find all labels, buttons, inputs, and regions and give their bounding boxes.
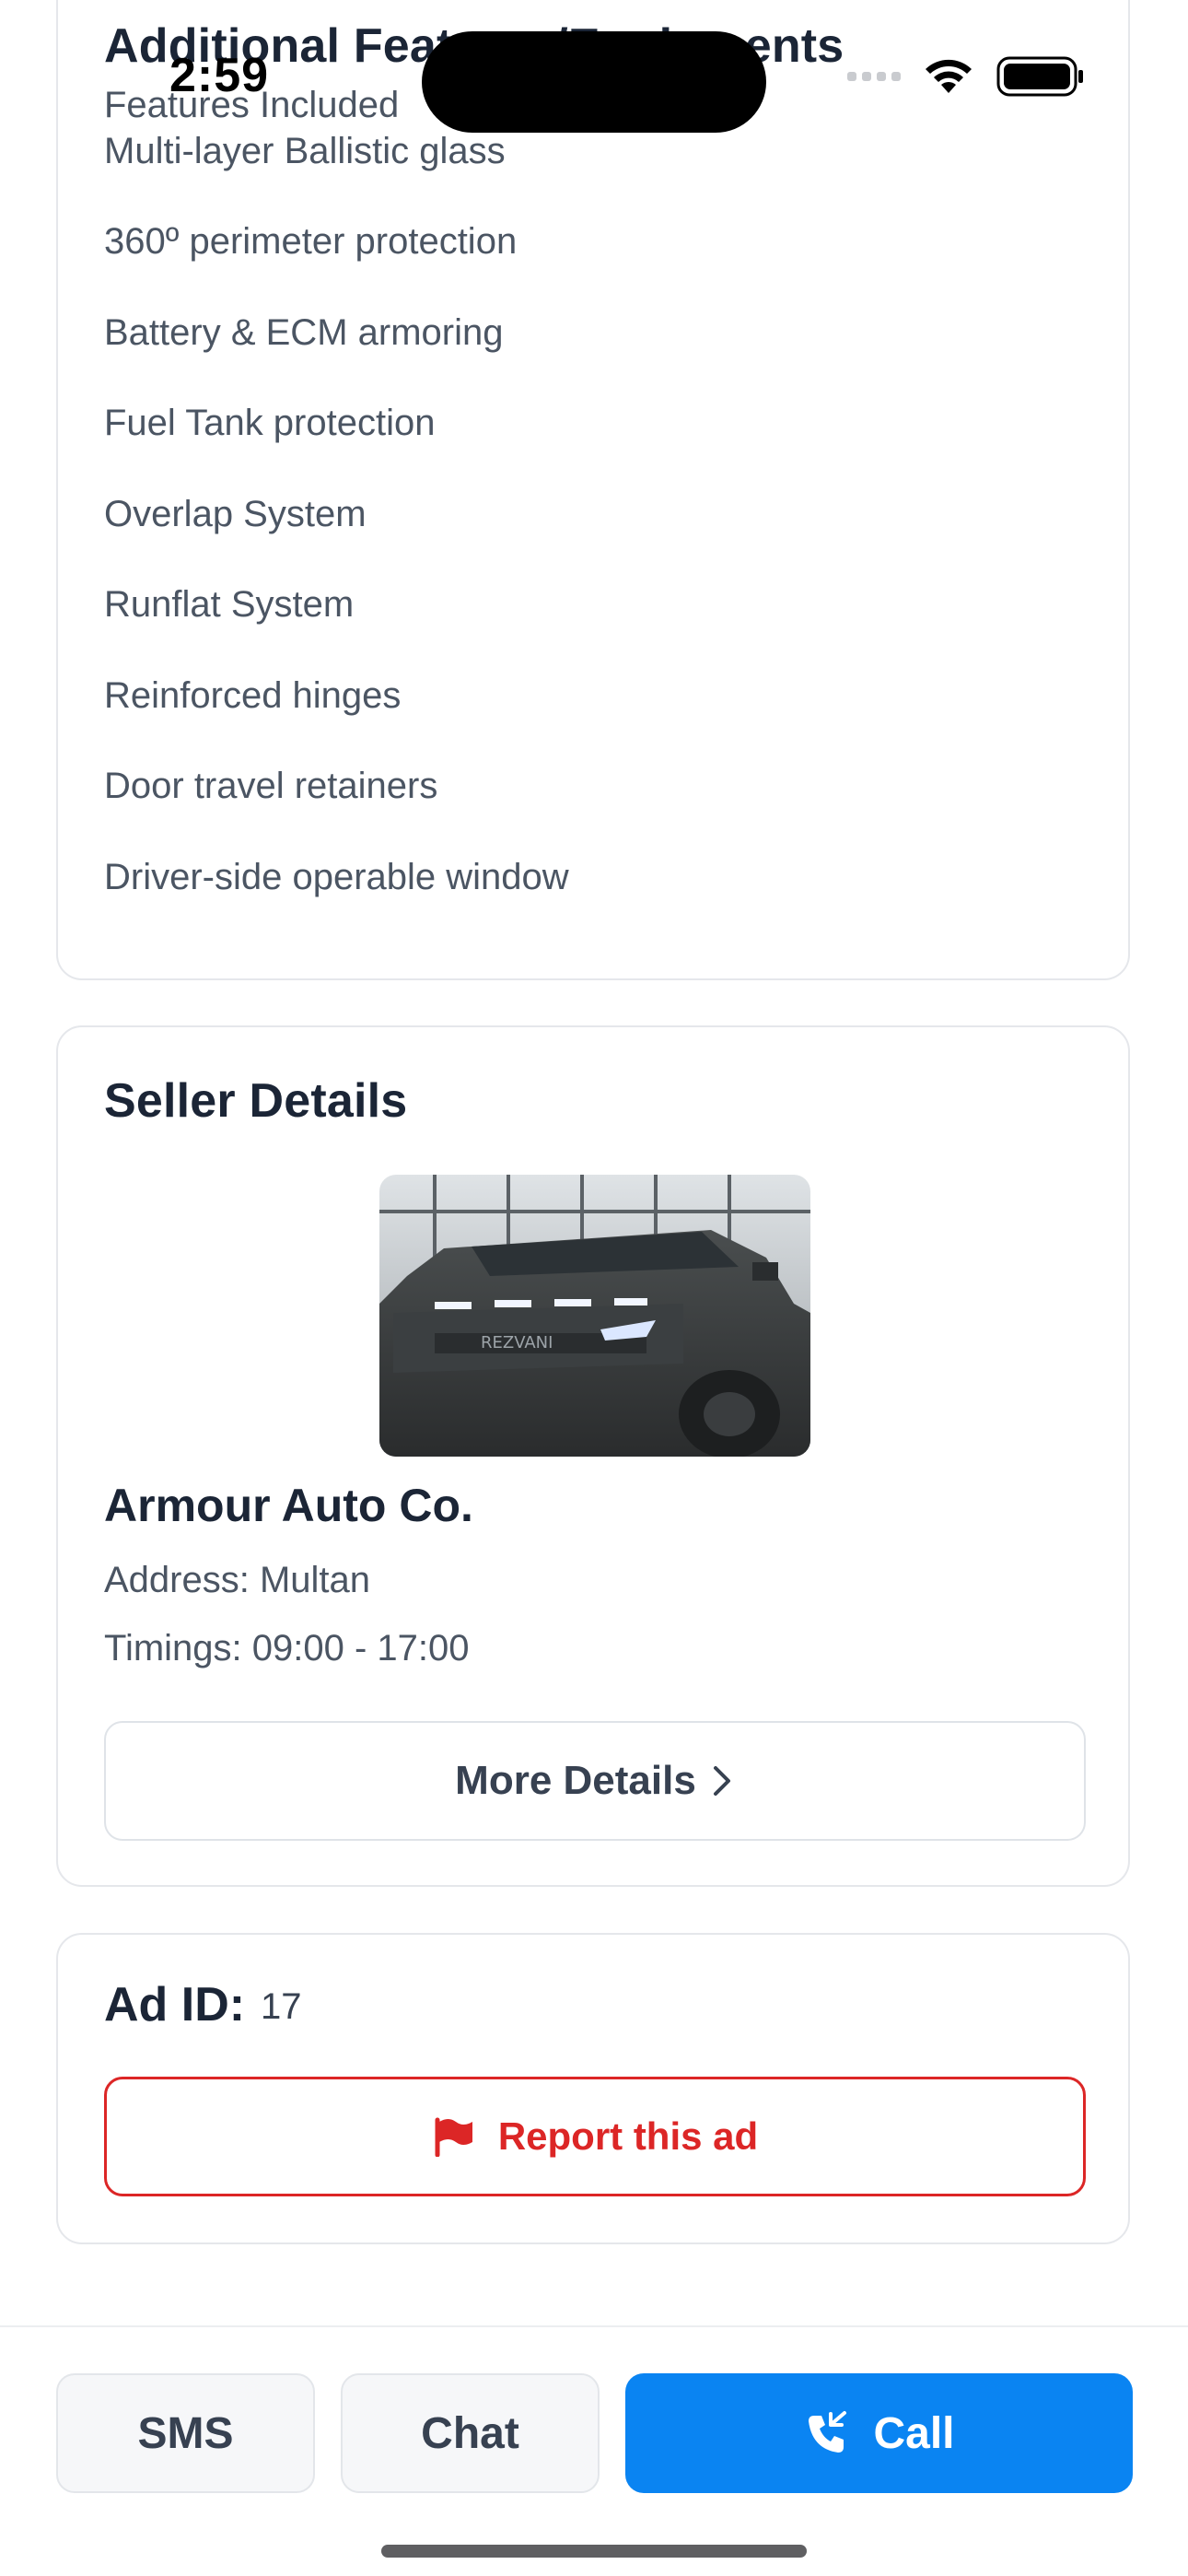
chat-button[interactable]: Chat (341, 2373, 600, 2493)
sms-label: SMS (137, 2408, 234, 2458)
battery-icon (996, 56, 1083, 97)
feature-item: Driver-side operable window (104, 857, 569, 897)
call-label: Call (873, 2408, 955, 2458)
flag-icon (435, 2117, 472, 2157)
report-ad-button[interactable]: Report this ad (104, 2077, 1086, 2196)
feature-item: Reinforced hinges (104, 675, 402, 716)
status-indicators (847, 53, 1085, 100)
feature-item: Overlap System (104, 494, 367, 534)
seller-address: Address: Multan (104, 1560, 371, 1600)
feature-item: Fuel Tank protection (104, 403, 436, 443)
more-details-label: More Details (455, 1758, 696, 1803)
ad-info-card: Ad ID: 17 Report this ad (56, 1933, 1130, 2244)
seller-title: Seller Details (104, 1074, 408, 1128)
home-indicator[interactable] (381, 2545, 807, 2558)
ad-id-value: 17 (261, 1986, 302, 2027)
cellular-signal-icon (847, 72, 901, 81)
seller-vehicle-image[interactable]: REZVANI (379, 1175, 810, 1457)
feature-item: Multi-layer Ballistic glass (104, 131, 506, 171)
armored-vehicle-photo-icon: REZVANI (379, 1175, 810, 1457)
feature-item: Runflat System (104, 584, 355, 625)
seller-card: Seller Details REZVANI Armour Auto Co. A… (56, 1025, 1130, 1887)
phone-call-icon (809, 2411, 847, 2453)
wifi-icon (926, 59, 972, 93)
features-card: Additional Features/Equipments Features … (56, 0, 1130, 980)
feature-item: 360º perimeter protection (104, 221, 518, 262)
sms-button[interactable]: SMS (56, 2373, 315, 2493)
svg-text:REZVANI: REZVANI (481, 1333, 553, 1352)
report-ad-label: Report this ad (497, 2114, 759, 2158)
more-details-button[interactable]: More Details (104, 1721, 1086, 1841)
call-button[interactable]: Call (625, 2373, 1133, 2493)
chat-label: Chat (421, 2408, 519, 2458)
ad-id-label: Ad ID: (104, 1978, 246, 2032)
feature-item: Battery & ECM armoring (104, 312, 504, 353)
status-time: 2:59 (169, 49, 270, 102)
chevron-right-icon (713, 1766, 730, 1796)
seller-name: Armour Auto Co. (104, 1480, 473, 1531)
ad-details-screen: 2:59 Additional Features/Equipments Feat… (0, 0, 1188, 2576)
seller-timings: Timings: 09:00 - 17:00 (104, 1628, 470, 1669)
bottom-action-bar: SMS Chat Call (0, 2325, 1188, 2576)
feature-item: Door travel retainers (104, 766, 438, 806)
dynamic-island (422, 31, 766, 133)
